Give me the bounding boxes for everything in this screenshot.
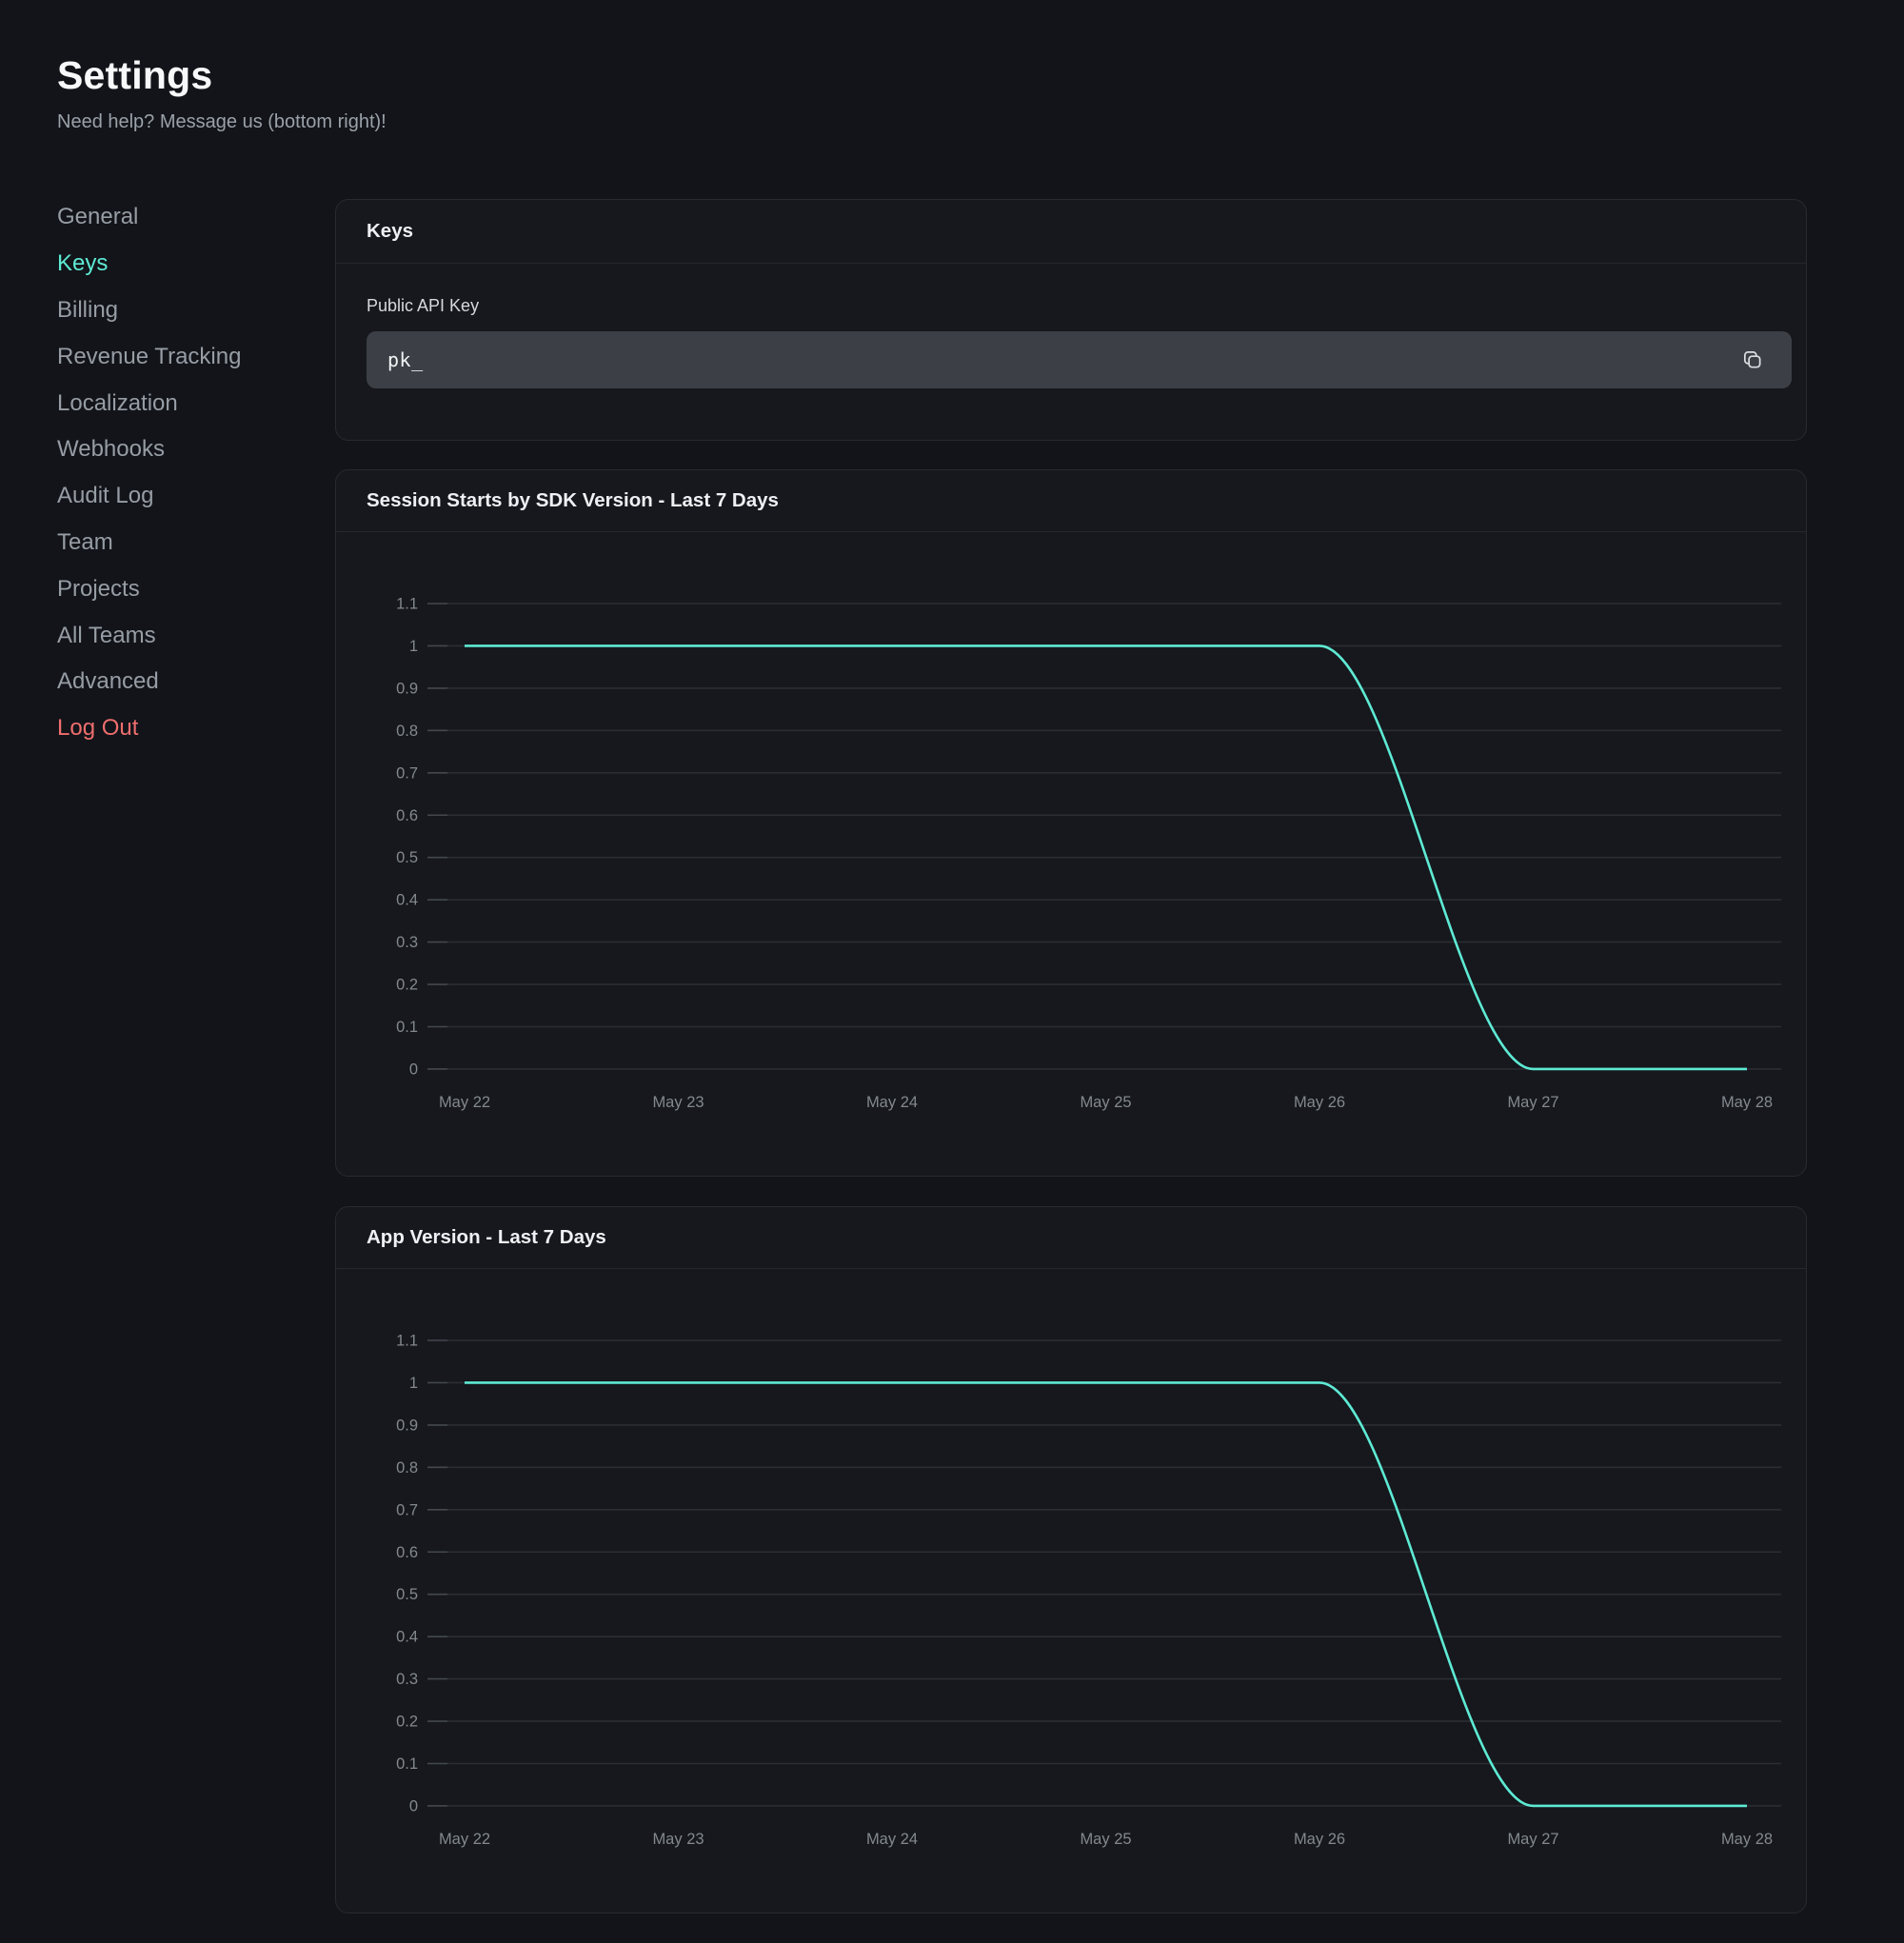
sidebar-item-keys[interactable]: Keys: [57, 241, 297, 287]
svg-text:0.5: 0.5: [396, 1586, 418, 1603]
svg-text:0: 0: [409, 1797, 418, 1814]
public-api-key-field[interactable]: pk_: [367, 331, 1792, 388]
sidebar-item-projects[interactable]: Projects: [57, 565, 297, 612]
svg-text:0.2: 0.2: [396, 1714, 418, 1731]
svg-text:0.7: 0.7: [396, 764, 418, 782]
page-header: Settings Need help? Message us (bottom r…: [57, 53, 387, 133]
svg-text:May 26: May 26: [1294, 1831, 1345, 1848]
svg-text:May 23: May 23: [652, 1831, 704, 1848]
svg-text:0.9: 0.9: [396, 680, 418, 697]
svg-text:1: 1: [409, 638, 418, 655]
app-version-chart-title: App Version - Last 7 Days: [367, 1226, 606, 1249]
page-title: Settings: [57, 53, 387, 98]
svg-text:1: 1: [409, 1375, 418, 1392]
sdk-version-chart-title: Session Starts by SDK Version - Last 7 D…: [367, 489, 779, 512]
svg-text:May 23: May 23: [652, 1094, 704, 1111]
svg-text:0.7: 0.7: [396, 1501, 418, 1518]
sdk-version-chart-header: Session Starts by SDK Version - Last 7 D…: [336, 470, 1806, 532]
sidebar-item-billing[interactable]: Billing: [57, 287, 297, 334]
svg-text:May 25: May 25: [1080, 1094, 1131, 1111]
keys-card-header: Keys: [336, 200, 1806, 264]
keys-card: Keys Public API Key pk_: [335, 199, 1807, 441]
sidebar-item-revenue-tracking[interactable]: Revenue Tracking: [57, 333, 297, 380]
sidebar-nav: GeneralKeysBillingRevenue TrackingLocali…: [57, 194, 297, 752]
svg-text:0: 0: [409, 1061, 418, 1078]
svg-text:0.1: 0.1: [396, 1019, 418, 1036]
svg-text:May 25: May 25: [1080, 1831, 1131, 1848]
copy-icon: [1741, 349, 1763, 371]
sdk-version-chart-card: Session Starts by SDK Version - Last 7 D…: [335, 469, 1807, 1177]
svg-text:0.8: 0.8: [396, 723, 418, 740]
main-content: Keys Public API Key pk_ Session Starts b…: [335, 199, 1807, 1943]
svg-text:0.2: 0.2: [396, 977, 418, 994]
svg-text:May 27: May 27: [1507, 1094, 1558, 1111]
svg-text:May 24: May 24: [866, 1831, 918, 1848]
svg-text:0.6: 0.6: [396, 807, 418, 824]
svg-text:May 22: May 22: [439, 1831, 490, 1848]
svg-text:0.3: 0.3: [396, 934, 418, 951]
app-version-chart-header: App Version - Last 7 Days: [336, 1207, 1806, 1269]
svg-text:0.6: 0.6: [396, 1544, 418, 1561]
svg-text:1.1: 1.1: [396, 1333, 418, 1350]
keys-card-body: Public API Key pk_: [336, 264, 1806, 388]
sidebar-item-general[interactable]: General: [57, 194, 297, 241]
svg-text:0.4: 0.4: [396, 1629, 418, 1646]
sidebar-item-team[interactable]: Team: [57, 520, 297, 566]
public-api-key-value: pk_: [387, 348, 424, 371]
sidebar-item-localization[interactable]: Localization: [57, 380, 297, 426]
svg-text:May 24: May 24: [866, 1094, 918, 1111]
copy-api-key-button[interactable]: [1735, 343, 1769, 377]
svg-text:1.1: 1.1: [396, 596, 418, 613]
sidebar-item-audit-log[interactable]: Audit Log: [57, 473, 297, 520]
app-version-chart-card: App Version - Last 7 Days 1.1 1 0.9 0.8 0.7 0…: [335, 1206, 1807, 1913]
svg-text:0.1: 0.1: [396, 1755, 418, 1773]
svg-text:0.5: 0.5: [396, 849, 418, 866]
public-api-key-label: Public API Key: [367, 296, 1792, 316]
svg-text:May 27: May 27: [1507, 1831, 1558, 1848]
svg-text:May 28: May 28: [1721, 1094, 1773, 1111]
page-subtitle: Need help? Message us (bottom right)!: [57, 111, 387, 133]
svg-text:May 22: May 22: [439, 1094, 490, 1111]
svg-text:0.3: 0.3: [396, 1671, 418, 1688]
sidebar-item-advanced[interactable]: Advanced: [57, 659, 297, 705]
sidebar-item-all-teams[interactable]: All Teams: [57, 612, 297, 659]
sidebar-item-webhooks[interactable]: Webhooks: [57, 426, 297, 473]
sidebar-item-log-out[interactable]: Log Out: [57, 705, 297, 752]
keys-card-title: Keys: [367, 220, 413, 243]
svg-text:0.4: 0.4: [396, 892, 418, 909]
svg-text:0.9: 0.9: [396, 1417, 418, 1434]
app-version-line-chart[interactable]: 1.1 1 0.9 0.8 0.7 0.6 0.5 0.4 0.3 0.2 0.1 0 May 22 Ma…: [336, 1269, 1807, 1913]
sdk-version-line-chart[interactable]: 1.1 1 0.9 0.8 0.7 0.6 0.5 0.4 0.3 0.2 0.1 0 May 22 Ma…: [336, 532, 1807, 1177]
svg-text:0.8: 0.8: [396, 1459, 418, 1477]
svg-text:May 26: May 26: [1294, 1094, 1345, 1111]
svg-text:May 28: May 28: [1721, 1831, 1773, 1848]
